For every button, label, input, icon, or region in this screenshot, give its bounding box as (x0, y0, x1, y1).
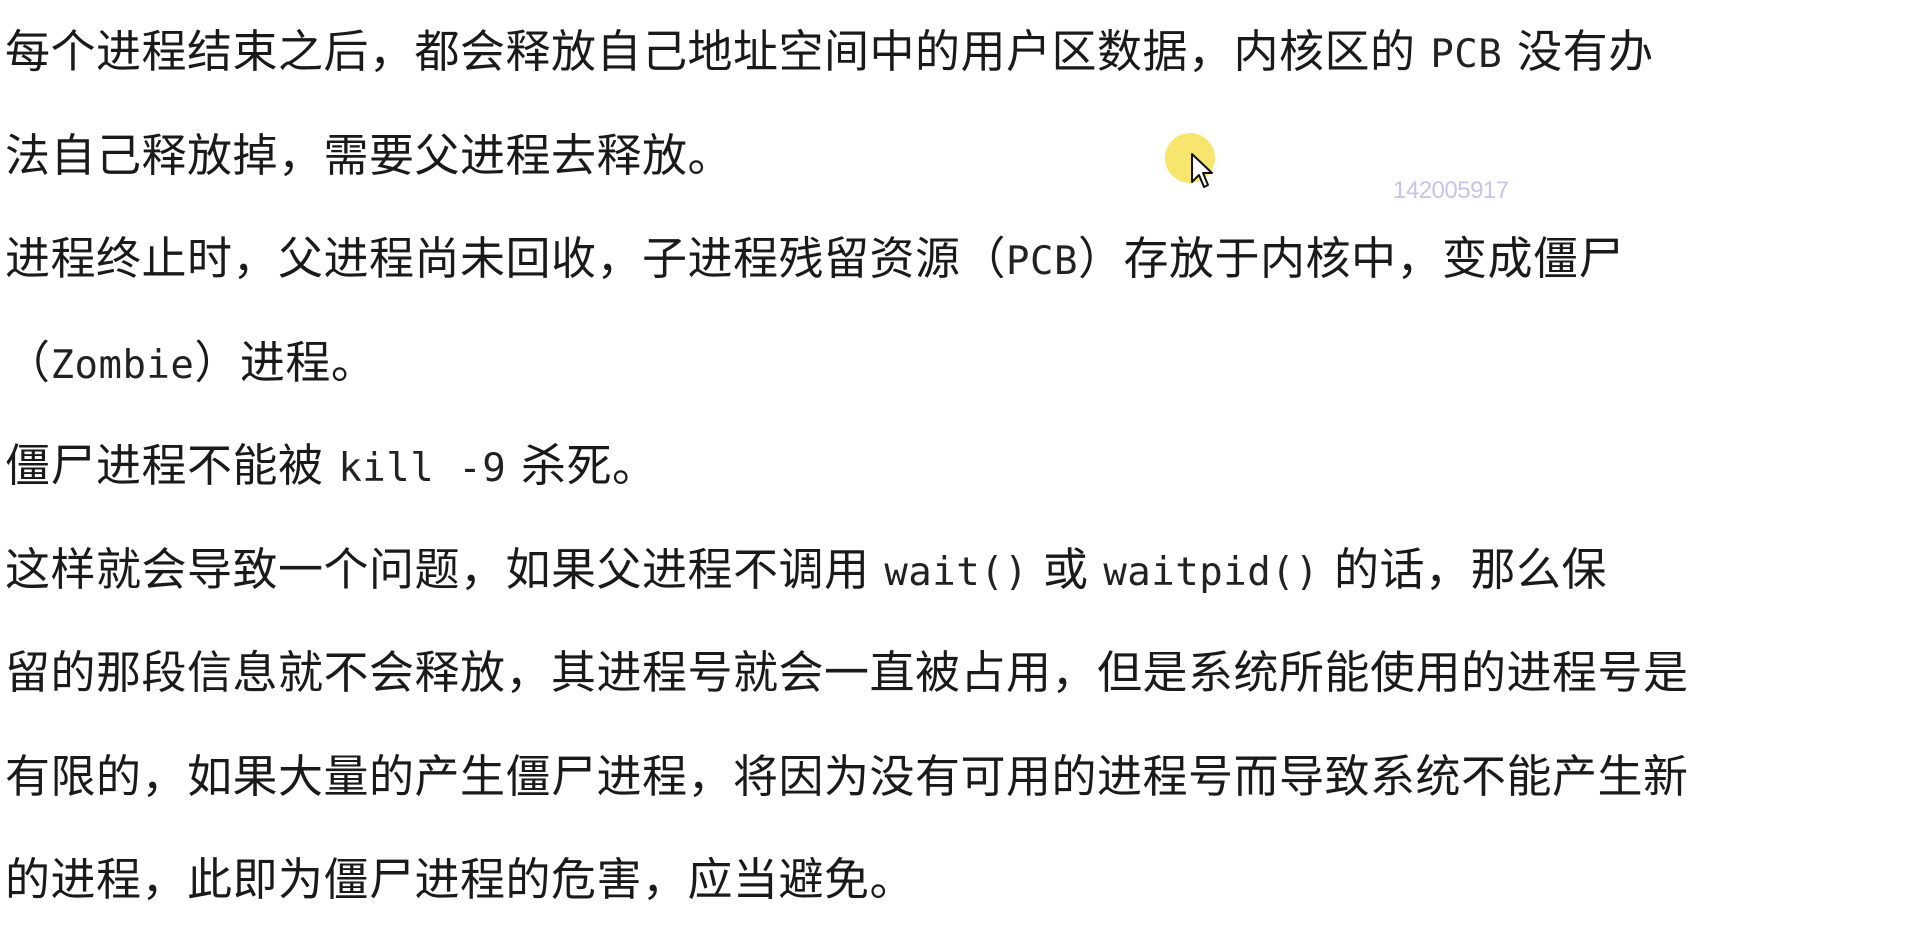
text-run: 杀死。 (506, 439, 658, 492)
paragraph-3-line-1: 僵尸进程不能被 kill -9 杀死。 (5, 414, 1905, 518)
text-run: 没有办 (1502, 25, 1654, 78)
paragraph-2-line-1: 进程终止时，父进程尚未回收，子进程残留资源（PCB）存放于内核中，变成僵尸 (5, 207, 1905, 311)
text-run: 的进程，此即为僵尸进程的危害，应当避免。 (5, 853, 916, 906)
watermark-faint (1518, 306, 1618, 332)
paragraph-4-line-3: 有限的，如果大量的产生僵尸进程，将因为没有可用的进程号而导致系统不能产生新 (5, 725, 1905, 829)
inline-code: PCB (1430, 32, 1503, 77)
text-run: 僵尸进程不能被 (5, 439, 339, 492)
inline-code: Zombie (50, 342, 195, 388)
inline-code: wait() (884, 549, 1029, 595)
text-run: 的话，那么保 (1319, 542, 1607, 596)
text-run: 留的那段信息就不会释放，其进程号就会一直被占用，但是系统所能使用的进程号是 (5, 646, 1689, 699)
paragraph-1-line-2: 法自己释放掉，需要父进程去释放。 (5, 104, 1905, 208)
inline-code: kill -9 (338, 446, 507, 491)
watermark-id: 142005917 (1393, 177, 1509, 204)
inline-code: waitpid() (1103, 549, 1320, 595)
document-body: 每个进程结束之后，都会释放自己地址空间中的用户区数据，内核区的 PCB 没有办法… (5, 0, 1905, 932)
paragraph-2-line-2: （Zombie）进程。 (5, 311, 1905, 415)
paragraph-4-line-4: 的进程，此即为僵尸进程的危害，应当避免。 (5, 828, 1905, 932)
text-run: 法自己释放掉，需要父进程去释放。 (5, 128, 734, 182)
paragraph-4-line-1: 这样就会导致一个问题，如果父进程不调用 wait() 或 waitpid() 的… (5, 518, 1905, 622)
paragraph-1-line-1: 每个进程结束之后，都会释放自己地址空间中的用户区数据，内核区的 PCB 没有办 (5, 0, 1905, 104)
text-run: 进程终止时，父进程尚未回收，子进程残留资源（ (5, 232, 1007, 285)
text-run: 每个进程结束之后，都会释放自己地址空间中的用户区数据，内核区的 (5, 25, 1431, 78)
inline-code: PCB (1006, 239, 1078, 284)
text-run: ）存放于内核中，变成僵尸 (1077, 232, 1624, 285)
paragraph-4-line-2: 留的那段信息就不会释放，其进程号就会一直被占用，但是系统所能使用的进程号是 (5, 621, 1905, 725)
text-run: 这样就会导致一个问题，如果父进程不调用 (5, 542, 885, 596)
text-run: （ (5, 335, 51, 389)
text-run: ）进程。 (194, 335, 377, 389)
text-run: 或 (1028, 542, 1104, 596)
text-run: 有限的，如果大量的产生僵尸进程，将因为没有可用的进程号而导致系统不能产生新 (5, 749, 1689, 803)
mouse-pointer-icon (1191, 153, 1213, 188)
